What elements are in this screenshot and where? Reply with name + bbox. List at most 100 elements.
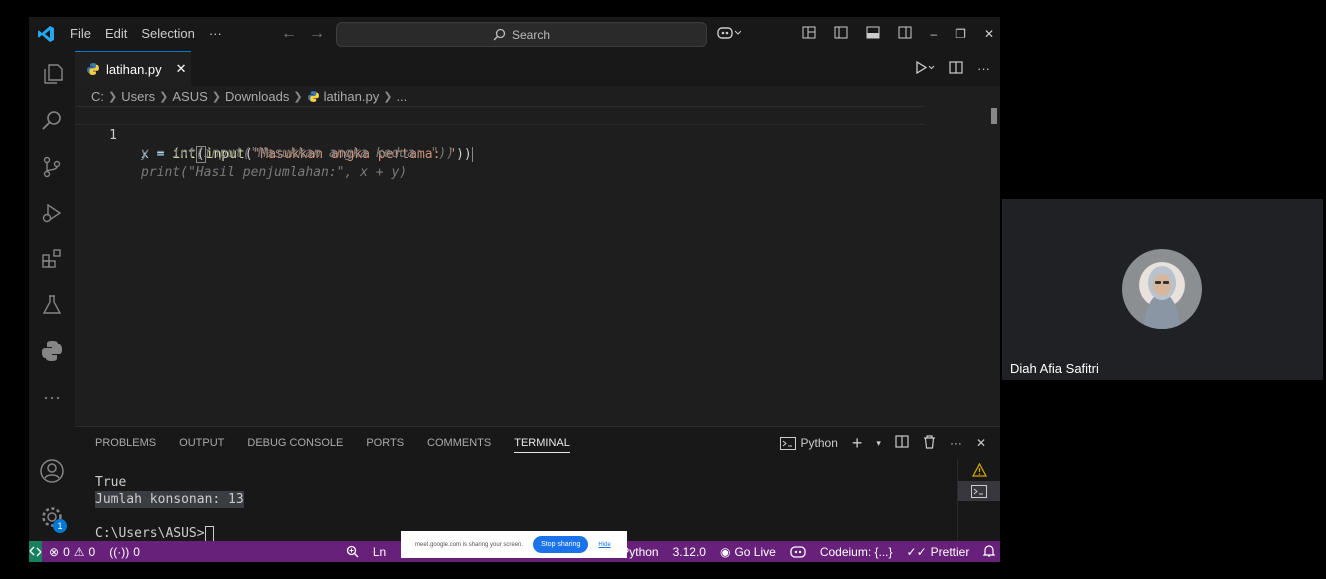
- ports-status[interactable]: ((·)) 0: [102, 545, 147, 559]
- accounts-icon[interactable]: [29, 451, 75, 491]
- layout-customize-icon[interactable]: [802, 26, 816, 42]
- editor-tabs-bar: latihan.py ✕ ···: [75, 51, 1000, 86]
- manage-gear-icon[interactable]: 1: [29, 497, 75, 537]
- toggle-sidebar-icon[interactable]: [834, 26, 848, 42]
- copilot-area: [717, 17, 742, 51]
- code-token: )): [456, 147, 473, 162]
- search-input[interactable]: Search: [336, 22, 707, 47]
- tab-terminal[interactable]: TERMINAL: [514, 437, 570, 453]
- chevron-right-icon: ❯: [159, 90, 169, 103]
- python-icon[interactable]: [29, 331, 75, 371]
- stop-sharing-button[interactable]: Stop sharing: [533, 536, 589, 553]
- minimize-icon[interactable]: –: [930, 27, 937, 41]
- zoom-icon[interactable]: [339, 545, 366, 558]
- new-terminal-icon[interactable]: +: [852, 433, 863, 454]
- problems-status[interactable]: ⊗ 0 ⚠ 0: [42, 545, 102, 559]
- kill-terminal-trash-icon[interactable]: [923, 434, 936, 452]
- double-check-icon: ✓✓: [906, 544, 927, 559]
- copilot-icon[interactable]: [717, 26, 742, 43]
- explorer-icon[interactable]: [29, 54, 75, 94]
- tab-output[interactable]: OUTPUT: [179, 437, 224, 449]
- avatar: [1122, 249, 1202, 329]
- ghost-text: print("Hasil penjumlahan:", x + y): [141, 165, 408, 180]
- tab-latihan-py[interactable]: latihan.py ✕: [75, 51, 191, 86]
- split-terminal-icon[interactable]: [895, 435, 909, 451]
- terminal-instance-icon[interactable]: [958, 481, 1000, 501]
- python-version[interactable]: 3.12.0: [666, 545, 713, 559]
- back-arrow-icon[interactable]: ←: [281, 25, 297, 43]
- prettier-label: Prettier: [930, 544, 970, 559]
- terminal-list: [957, 459, 1000, 542]
- codeium-status[interactable]: Codeium: {...}: [813, 545, 900, 559]
- terminal-dropdown-chevron-icon[interactable]: ▾: [876, 438, 881, 449]
- chevron-right-icon: ❯: [108, 90, 118, 103]
- toggle-panel-icon[interactable]: [866, 26, 880, 42]
- run-python-file-icon[interactable]: [915, 60, 935, 77]
- tab-ports[interactable]: PORTS: [366, 437, 404, 449]
- editor-scrollbar[interactable]: [989, 106, 1000, 424]
- menu-more-button[interactable]: ···: [202, 17, 229, 51]
- close-window-icon[interactable]: ✕: [984, 27, 994, 41]
- source-control-icon[interactable]: [29, 147, 75, 187]
- terminal-profile[interactable]: Python: [779, 436, 838, 450]
- breadcrumb-item-users[interactable]: Users: [121, 89, 155, 104]
- menu-selection[interactable]: Selection: [134, 17, 201, 51]
- window-controls: – ❐ ✕: [802, 17, 994, 51]
- breadcrumb-item-downloads[interactable]: Downloads: [225, 89, 289, 104]
- python-file-icon: [307, 90, 319, 102]
- terminal-line-selected: Jumlah konsonan: 13: [95, 491, 244, 508]
- terminal-line: True: [95, 475, 127, 490]
- python-file-icon: [87, 63, 99, 75]
- panel-actions: Python + ▾ ··· ✕: [779, 427, 986, 459]
- ghost-text: y = int(input("Masukkan angka kedua: ")): [141, 146, 455, 161]
- notifications-bell-icon[interactable]: [976, 545, 1000, 558]
- terminal-output[interactable]: TrueJumlah konsonan: 13​C:\Users\ASUS>: [95, 474, 244, 542]
- cursor-position[interactable]: Ln: [366, 545, 393, 559]
- editor-actions: ···: [915, 51, 990, 86]
- tab-problems[interactable]: PROBLEMS: [95, 437, 156, 449]
- copilot-status-icon[interactable]: [783, 545, 813, 558]
- panel-tabs: PROBLEMS OUTPUT DEBUG CONSOLE PORTS COMM…: [95, 427, 570, 459]
- terminal-cursor: [204, 525, 214, 542]
- more-views-icon[interactable]: ···: [29, 377, 75, 417]
- breadcrumb-item-file[interactable]: latihan.py: [324, 89, 380, 104]
- menu-file[interactable]: File: [63, 17, 98, 51]
- participant-name: Diah Afia Safitri: [1010, 361, 1099, 376]
- menu-edit[interactable]: Edit: [98, 17, 134, 51]
- go-live-label: Go Live: [734, 544, 776, 559]
- forward-arrow-icon[interactable]: →: [309, 25, 325, 43]
- split-editor-icon[interactable]: [949, 60, 963, 77]
- breadcrumb-item-symbols[interactable]: ...: [396, 89, 407, 104]
- tab-label: latihan.py: [106, 61, 162, 77]
- prettier-status[interactable]: ✓✓ Prettier: [900, 545, 977, 559]
- restore-icon[interactable]: ❐: [955, 27, 966, 41]
- search-view-icon[interactable]: [29, 101, 75, 141]
- code-editor[interactable]: 1 x = int(input("Masukkan angka pertama:…: [75, 106, 986, 424]
- terminal-line-blank: ​: [95, 508, 244, 525]
- breadcrumb-item-drive[interactable]: C:: [91, 89, 104, 104]
- warning-icon[interactable]: [971, 462, 988, 482]
- hide-link[interactable]: Hide: [598, 542, 610, 548]
- ghost-suggestion-line-3: print("Hasil penjumlahan:", x + y): [75, 144, 407, 180]
- run-debug-icon[interactable]: [29, 193, 75, 233]
- scrollbar-thumb[interactable]: [991, 108, 997, 124]
- sharing-message: meet.google.com is sharing your screen.: [415, 541, 524, 548]
- ports-count: 0: [133, 544, 140, 559]
- breadcrumb-item-asus[interactable]: ASUS: [172, 89, 207, 104]
- tab-close-icon[interactable]: ✕: [176, 61, 187, 77]
- panel-more-icon[interactable]: ···: [950, 436, 962, 450]
- error-count: 0: [63, 544, 70, 559]
- tab-comments[interactable]: COMMENTS: [427, 437, 491, 449]
- extensions-icon[interactable]: [29, 239, 75, 279]
- close-panel-icon[interactable]: ✕: [976, 436, 986, 450]
- chevron-right-icon: ❯: [293, 90, 303, 103]
- go-live-button[interactable]: ◉ Go Live: [713, 545, 783, 559]
- toggle-secondary-sidebar-icon[interactable]: [898, 26, 912, 42]
- broadcast-icon: ((·)): [109, 544, 130, 559]
- editor-more-actions-icon[interactable]: ···: [977, 61, 990, 76]
- testing-flask-icon[interactable]: [29, 285, 75, 325]
- remote-icon[interactable]: [29, 541, 42, 562]
- tab-debug-console[interactable]: DEBUG CONSOLE: [247, 437, 343, 449]
- screen-sharing-notice: meet.google.com is sharing your screen. …: [401, 531, 627, 558]
- terminal-icon: [779, 436, 796, 450]
